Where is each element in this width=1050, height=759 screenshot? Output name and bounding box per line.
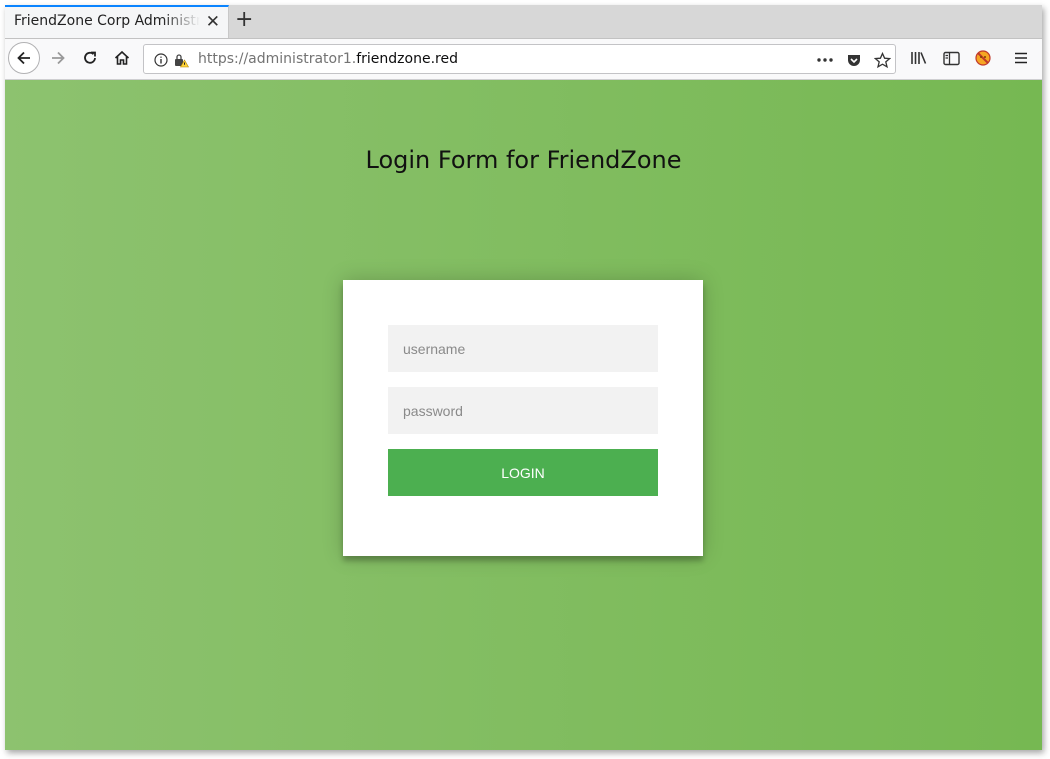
- library-icon[interactable]: [905, 44, 933, 72]
- pocket-icon[interactable]: [845, 51, 863, 69]
- plus-icon[interactable]: +: [235, 8, 253, 32]
- browser-tab[interactable]: FriendZone Corp Administrator Page ✕: [5, 5, 229, 38]
- tab-title: FriendZone Corp Administrator Page: [14, 13, 200, 29]
- info-icon[interactable]: [152, 51, 170, 69]
- url-prefix: https://administrator1.: [198, 51, 357, 67]
- sidebar-icon[interactable]: [937, 44, 965, 72]
- navigation-bar: https://administrator1.friendzone.red: [5, 39, 1042, 80]
- login-button[interactable]: login: [388, 449, 658, 496]
- page-title: Login Form for FriendZone: [365, 146, 682, 174]
- arrow-left-icon[interactable]: [8, 42, 40, 74]
- extension-icon[interactable]: [969, 44, 997, 72]
- star-icon[interactable]: [873, 51, 891, 69]
- url-bar[interactable]: https://administrator1.friendzone.red: [143, 44, 896, 74]
- login-form: login: [343, 280, 703, 556]
- url-host: friendzone.red: [356, 51, 458, 67]
- page-content: Login Form for FriendZone login: [5, 80, 1042, 750]
- arrow-right-icon[interactable]: [44, 44, 72, 72]
- home-icon[interactable]: [108, 44, 136, 72]
- tab-strip: FriendZone Corp Administrator Page ✕ +: [5, 5, 1042, 39]
- close-icon[interactable]: ✕: [206, 12, 220, 32]
- browser-window: FriendZone Corp Administrator Page ✕ +: [5, 5, 1042, 750]
- insecure-lock-icon[interactable]: [172, 51, 190, 69]
- reload-icon[interactable]: [76, 44, 104, 72]
- username-input[interactable]: [388, 325, 658, 372]
- url-text: https://administrator1.friendzone.red: [198, 51, 458, 67]
- ellipsis-icon[interactable]: [816, 51, 834, 69]
- password-input[interactable]: [388, 387, 658, 434]
- hamburger-menu-icon[interactable]: [1007, 44, 1035, 72]
